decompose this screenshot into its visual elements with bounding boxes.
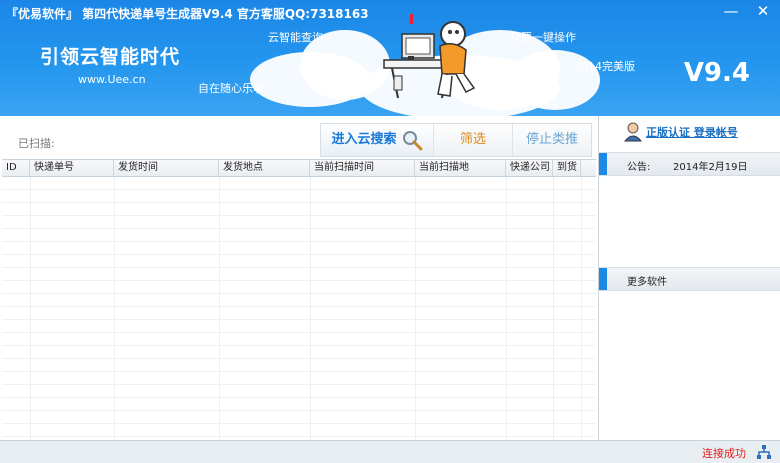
mascot-illustration <box>383 14 476 99</box>
tag-cloud-query: 云智能查询 <box>268 31 323 44</box>
tag-one-click: 只要一键操作 <box>510 31 576 44</box>
tag-edition: 2014完美版 <box>574 60 635 73</box>
column-header-ship-location[interactable]: 发货地点 <box>219 160 310 176</box>
column-header-courier[interactable]: 快递公司 <box>506 160 553 176</box>
action-toolbar: 进入云搜索 筛选 停止类推 <box>320 123 592 157</box>
more-software-bar[interactable]: 更多软件 <box>599 267 780 291</box>
login-label: 正版认证 登录帐号 <box>646 126 738 139</box>
login-button[interactable]: 正版认证 登录帐号 <box>624 122 738 142</box>
minimize-icon[interactable]: — <box>720 2 742 20</box>
cloud-search-button[interactable]: 进入云搜索 <box>321 124 434 156</box>
column-header-id[interactable]: ID <box>2 160 30 176</box>
filter-button[interactable]: 筛选 <box>434 124 513 156</box>
window-title: 『优易软件』 第四代快递单号生成器V9.4 官方客服QQ:7318163 <box>6 7 369 21</box>
network-icon <box>757 445 771 459</box>
column-header-ship-time[interactable]: 发货时间 <box>114 160 219 176</box>
notice-label: 公告: <box>627 162 651 173</box>
status-bar: 连接成功 <box>0 440 780 463</box>
results-panel: 已扫描: 进入云搜索 筛选 停止类推 ID 快递单号 发货时间 发货地点 当前扫… <box>0 116 599 453</box>
table-body[interactable] <box>2 177 596 441</box>
version-label: V9.4 <box>683 58 750 88</box>
banner-slogan: 引领云智能时代 <box>40 46 181 68</box>
banner-url: www.Uee.cn <box>78 73 146 86</box>
column-header-arrived[interactable]: 到货 <box>553 160 581 176</box>
side-panel: 正版认证 登录帐号 公告: 2014年2月19日 更多软件 <box>599 116 780 440</box>
cloud-search-label: 进入云搜索 <box>331 132 397 147</box>
scanned-count-label: 已扫描: <box>18 137 55 150</box>
tracking-table: ID 快递单号 发货时间 发货地点 当前扫描时间 当前扫描地 快递公司 到货 <box>2 159 596 441</box>
connection-status: 连接成功 <box>702 447 746 460</box>
banner: 『优易软件』 第四代快递单号生成器V9.4 官方客服QQ:7318163 — ✕… <box>0 0 780 116</box>
column-header-tracking-number[interactable]: 快递单号 <box>30 160 114 176</box>
tag-anywhere: 自在随心乐享 <box>198 82 264 95</box>
magnifier-icon <box>402 131 422 151</box>
user-icon <box>624 122 642 142</box>
more-software-label: 更多软件 <box>627 277 667 288</box>
notice-date: 2014年2月19日 <box>673 162 748 173</box>
stop-push-button[interactable]: 停止类推 <box>513 124 591 156</box>
column-header-scan-location[interactable]: 当前扫描地 <box>415 160 506 176</box>
column-header-scan-time[interactable]: 当前扫描时间 <box>310 160 415 176</box>
table-header: ID 快递单号 发货时间 发货地点 当前扫描时间 当前扫描地 快递公司 到货 <box>2 160 596 177</box>
notice-bar: 公告: 2014年2月19日 <box>599 152 780 176</box>
close-icon[interactable]: ✕ <box>752 2 774 20</box>
